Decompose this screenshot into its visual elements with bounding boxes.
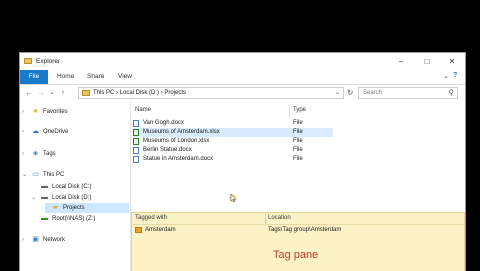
word-file-icon bbox=[133, 147, 139, 154]
file-type: File bbox=[293, 129, 303, 135]
word-file-icon bbox=[133, 156, 139, 163]
nav-projects-label: Projects bbox=[63, 205, 85, 211]
chevron-right-icon[interactable]: › bbox=[22, 235, 24, 245]
address-dropdown-icon[interactable]: ⌄ bbox=[335, 89, 340, 96]
file-row[interactable]: Van Gogh.docx File bbox=[133, 119, 333, 128]
file-type: File bbox=[293, 156, 303, 162]
tag-icon bbox=[135, 227, 142, 233]
tag-pane: Tagged with Location Amsterdam Tags\Tag … bbox=[131, 212, 465, 271]
help-icon[interactable]: ? bbox=[453, 72, 457, 79]
nav-tags-label: Tags bbox=[43, 151, 56, 157]
window-title: Explorer bbox=[36, 58, 61, 65]
folder-icon: ▰ bbox=[52, 204, 59, 211]
word-file-icon bbox=[133, 120, 139, 127]
file-name: Statue in Amsterdam.docx bbox=[143, 156, 214, 162]
drive-icon: ▬ bbox=[41, 194, 48, 201]
chevron-right-icon[interactable]: › bbox=[22, 149, 24, 159]
mouse-cursor-icon bbox=[229, 193, 237, 203]
tags-icon: ◈ bbox=[32, 150, 39, 157]
navigation-pane: › ★ Favorites › ☁ OneDrive › ◈ Tags ⌄ ▭ … bbox=[20, 102, 131, 271]
file-name: Van Gogh.docx bbox=[143, 120, 184, 126]
minimize-button[interactable]: – bbox=[390, 55, 412, 68]
file-type: File bbox=[293, 147, 303, 153]
address-bar[interactable]: This PC › Local Disk (D:) › Projects ⌄ bbox=[78, 87, 344, 99]
maximize-button[interactable]: □ bbox=[416, 55, 438, 68]
forward-button[interactable]: → bbox=[36, 88, 46, 98]
column-header-type[interactable]: Type bbox=[293, 107, 306, 113]
network-icon: ▣ bbox=[32, 236, 39, 243]
file-name: Berlin Statue.docx bbox=[143, 147, 192, 153]
nav-onedrive-label: OneDrive bbox=[43, 129, 69, 135]
file-name: Museums of Amsterdam.xlsx bbox=[143, 129, 220, 135]
tag-name[interactable]: Amsterdam bbox=[145, 227, 176, 233]
nav-local-disk-d-label: Local Disk (D:) bbox=[52, 195, 92, 201]
computer-icon: ▭ bbox=[32, 171, 39, 178]
recent-locations-button[interactable]: ⌄ bbox=[47, 88, 57, 98]
tag-location[interactable]: Tags\Tag group\Amsterdam bbox=[268, 227, 341, 233]
refresh-icon[interactable]: ↻ bbox=[347, 88, 353, 97]
file-row[interactable]: Museums of London.xlsx File bbox=[133, 137, 333, 146]
tag-pane-column-divider[interactable] bbox=[265, 214, 266, 224]
up-button[interactable]: ↑ bbox=[58, 88, 68, 98]
explorer-app-icon bbox=[24, 58, 32, 64]
nav-network-label: Network bbox=[43, 237, 66, 243]
file-type: File bbox=[293, 138, 303, 144]
file-type: File bbox=[293, 120, 303, 126]
address-path: This PC › Local Disk (D:) › Projects bbox=[93, 90, 187, 96]
explorer-window: Explorer – □ ✕ File Home Share View ⌄ ? … bbox=[19, 52, 466, 271]
file-name: Museums of London.xlsx bbox=[143, 138, 210, 144]
ribbon-tabs: File Home Share View ⌄ ? bbox=[20, 70, 465, 85]
back-button[interactable]: ← bbox=[24, 88, 34, 98]
file-list: Name Type Van Gogh.docx File Museums of … bbox=[131, 102, 465, 212]
chevron-down-icon[interactable]: ⌄ bbox=[31, 193, 36, 203]
nav-local-disk-c-label: Local Disk (C:) bbox=[52, 184, 92, 190]
cloud-icon: ☁ bbox=[32, 128, 39, 135]
tab-file[interactable]: File bbox=[20, 70, 48, 84]
drive-icon: ▬ bbox=[41, 183, 48, 190]
file-row[interactable]: Museums of Amsterdam.xlsx File bbox=[133, 128, 333, 137]
network-drive-icon: ▬ bbox=[41, 215, 48, 222]
star-icon: ★ bbox=[32, 108, 39, 115]
nav-nas-drive-label: Root(\\NAS) (Z:) bbox=[52, 216, 96, 222]
excel-file-icon bbox=[133, 129, 139, 136]
tagged-with-header: Tagged with bbox=[135, 215, 168, 221]
address-row: ← → ⌄ ↑ This PC › Local Disk (D:) › Proj… bbox=[20, 85, 465, 101]
column-header-name[interactable]: Name bbox=[135, 107, 151, 113]
tab-home[interactable]: Home bbox=[57, 70, 74, 84]
tag-pane-caption: Tag pane bbox=[273, 249, 319, 261]
nav-projects[interactable]: ▰ Projects bbox=[45, 203, 129, 213]
search-input[interactable]: Search bbox=[363, 90, 382, 96]
nav-this-pc-label: This PC bbox=[43, 172, 65, 178]
close-button[interactable]: ✕ bbox=[441, 55, 463, 68]
file-row[interactable]: Berlin Statue.docx File bbox=[133, 146, 333, 155]
nav-favorites-label: Favorites bbox=[43, 109, 68, 115]
search-box[interactable]: Search ⚲ bbox=[358, 87, 458, 99]
column-divider[interactable] bbox=[289, 105, 290, 117]
ribbon-expand-icon[interactable]: ⌄ bbox=[443, 72, 449, 80]
folder-icon bbox=[82, 90, 90, 96]
tab-view[interactable]: View bbox=[118, 70, 132, 84]
location-header: Location bbox=[268, 215, 291, 221]
title-bar: Explorer – □ ✕ bbox=[20, 53, 465, 70]
tab-share[interactable]: Share bbox=[87, 70, 104, 84]
search-icon: ⚲ bbox=[448, 88, 455, 97]
file-row[interactable]: Statue in Amsterdam.docx File bbox=[133, 155, 333, 164]
chevron-down-icon[interactable]: ⌄ bbox=[22, 170, 27, 180]
chevron-right-icon[interactable]: › bbox=[22, 107, 24, 117]
chevron-right-icon[interactable]: › bbox=[22, 127, 24, 137]
tag-pane-divider bbox=[132, 224, 464, 225]
excel-file-icon bbox=[133, 138, 139, 145]
